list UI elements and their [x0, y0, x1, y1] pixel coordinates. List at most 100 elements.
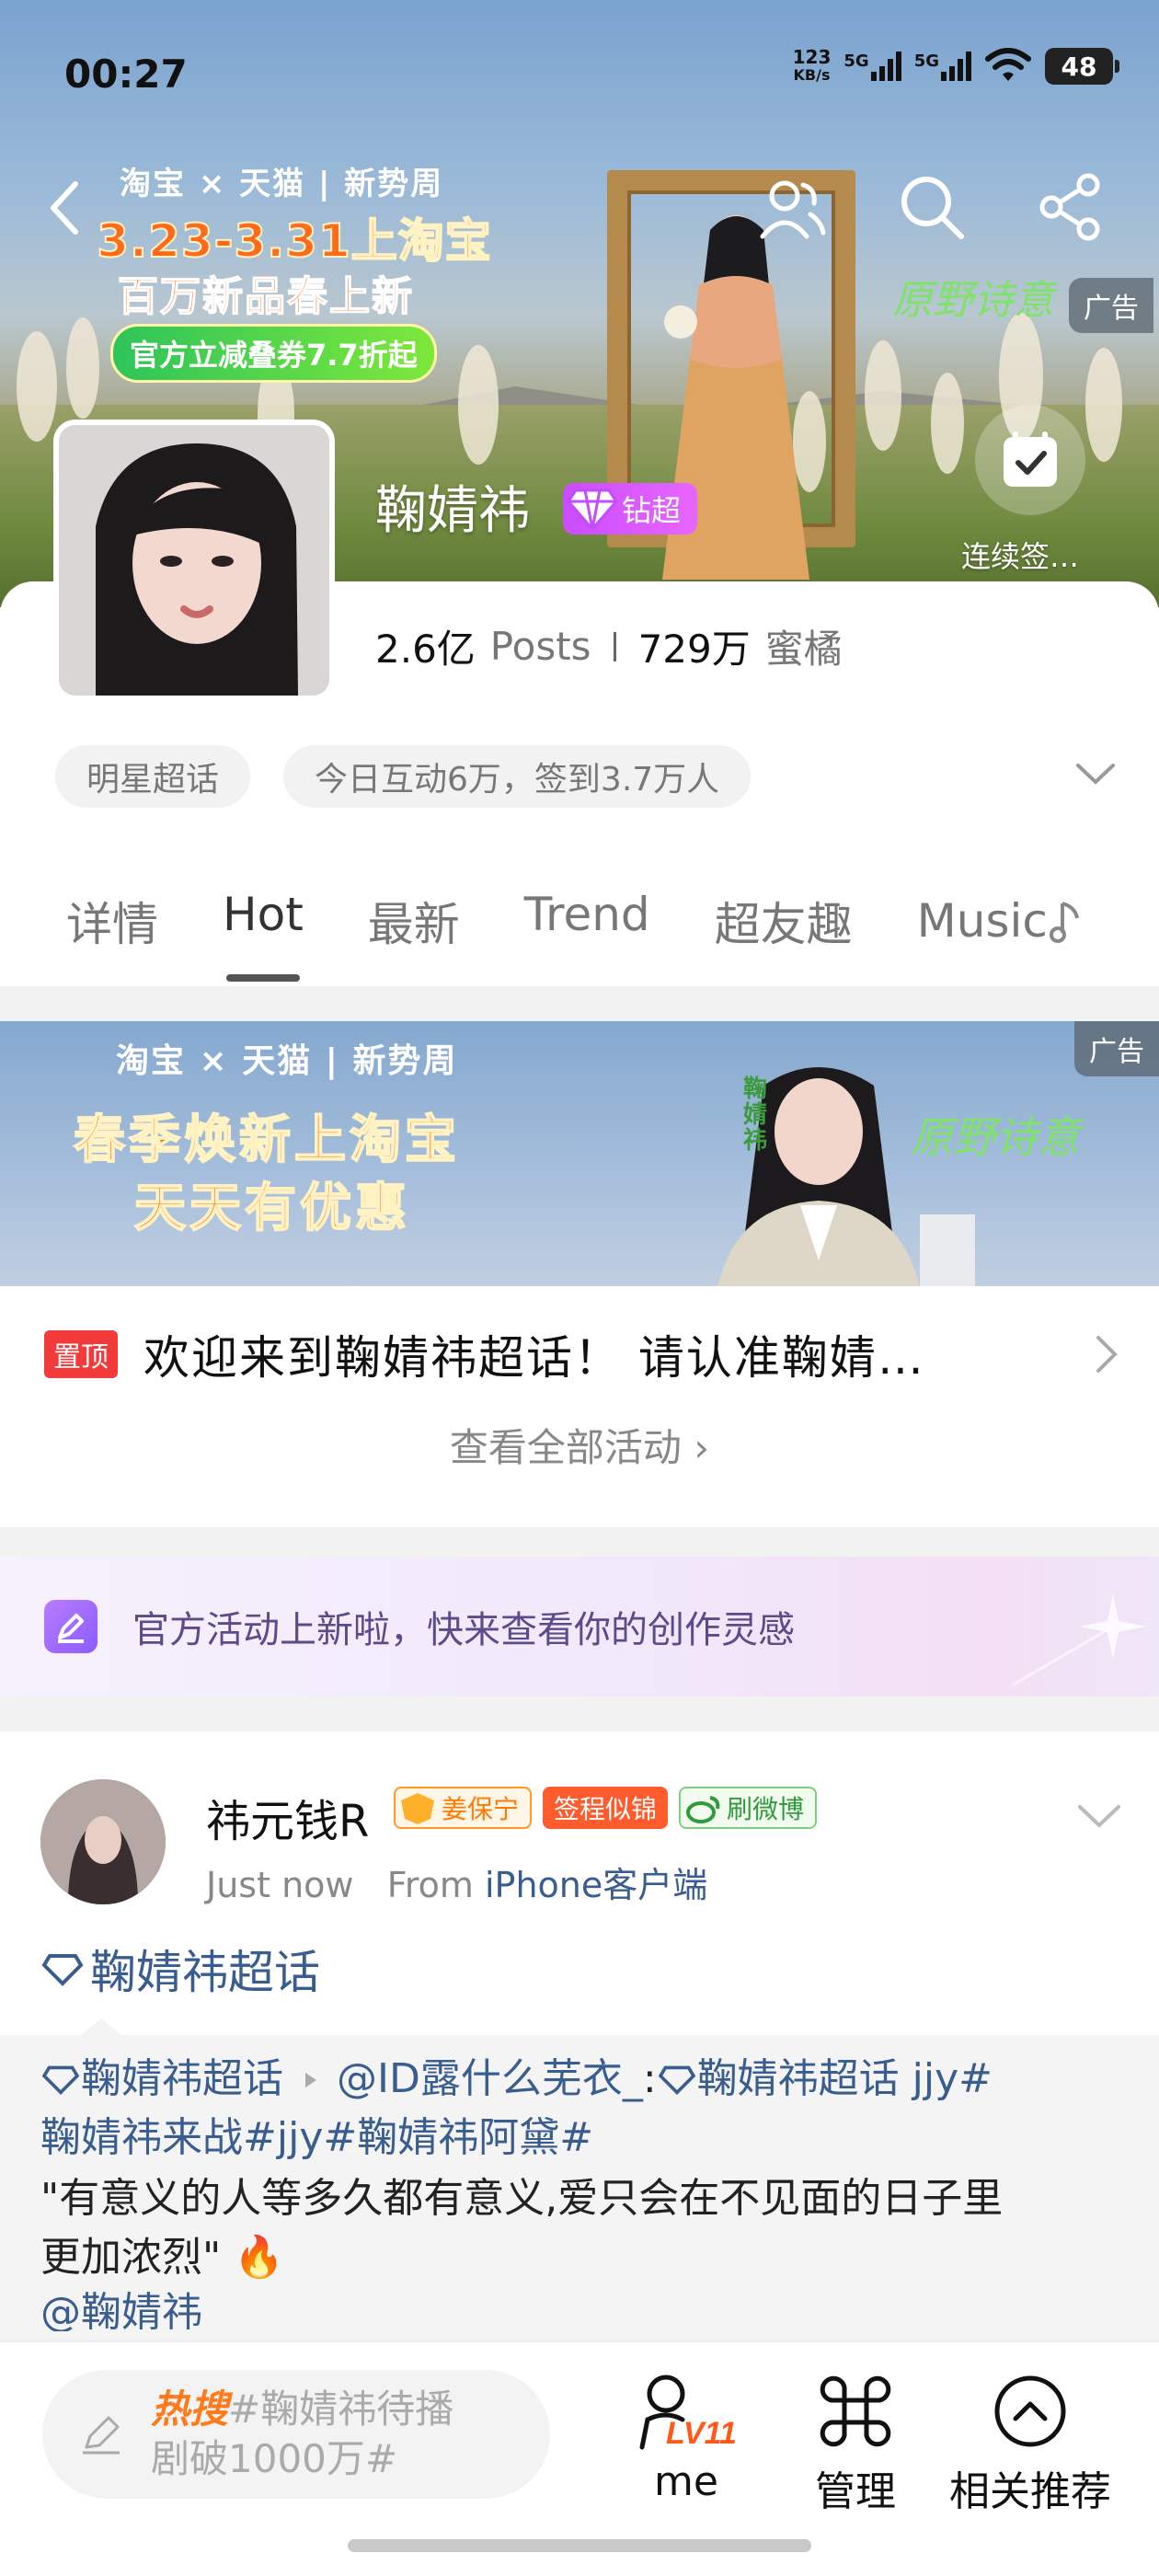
- profile-stats: 2.6亿 Posts 729万 蜜橘: [375, 618, 843, 674]
- post-time: Just now: [206, 1865, 354, 1905]
- chip-category[interactable]: 明星超话: [55, 745, 251, 808]
- profile-name: 鞠婧祎: [375, 481, 530, 541]
- avatar[interactable]: [53, 420, 335, 701]
- post-topic-link[interactable]: 鞠婧祎超话: [40, 1936, 320, 2002]
- status-bar: 00:27 123 KB/s 5G 5G 48: [0, 0, 1159, 129]
- play-icon: [305, 2073, 316, 2087]
- share-icon: [1039, 173, 1100, 241]
- net-speed: 123 KB/s: [792, 46, 832, 84]
- diamond-topic-icon: [41, 2065, 80, 2095]
- posts-label: Posts: [489, 624, 591, 669]
- battery-icon: 48: [1045, 48, 1119, 85]
- post-source[interactable]: iPhone客户端: [485, 1865, 707, 1905]
- tab-music[interactable]: Music: [917, 888, 1081, 954]
- ad2-slogan: 原野诗意: [911, 1112, 1080, 1162]
- search-button[interactable]: [890, 166, 973, 248]
- avatar-illustration: [59, 425, 329, 696]
- group-chat-button[interactable]: [751, 166, 833, 248]
- pinned-text: 欢迎来到鞠婧祎超话！ 请认准鞠婧…: [143, 1331, 925, 1385]
- repost-line-1: 鞠婧祎超话 @ID露什么芜衣_: 鞠婧祎超话 jjy#: [40, 2050, 993, 2109]
- activity-banner-text: 官方活动上新啦，快来查看你的创作灵感: [132, 1609, 795, 1651]
- home-indicator[interactable]: [348, 2539, 811, 2552]
- repost-block[interactable]: 鞠婧祎超话 @ID露什么芜衣_: 鞠婧祎超话 jjy# 鞠婧祎来战#jjy#鞠婧祎…: [0, 2018, 1159, 2339]
- tab-details[interactable]: 详情: [66, 888, 158, 954]
- tab-friends[interactable]: 超友趣: [715, 888, 853, 954]
- ad-tag: 广告: [1069, 278, 1153, 333]
- recommend-label: 相关推荐: [949, 2468, 1111, 2515]
- repost-line-4: 更加浓烈" 🔥: [40, 2234, 285, 2281]
- command-icon: [820, 2375, 891, 2447]
- back-button[interactable]: [37, 175, 92, 241]
- weibo-badge[interactable]: 刷微博: [679, 1787, 818, 1829]
- ad2-headline: 春季焕新上淘宝: [73, 1110, 460, 1171]
- fans-count: 729万: [637, 627, 751, 672]
- ad-slogan: 原野诗意: [892, 277, 1054, 324]
- repost-line-5[interactable]: @鞠婧祎: [40, 2283, 202, 2331]
- repost-line-2[interactable]: 鞠婧祎来战#jjy#鞠婧祎阿黛#: [40, 2109, 593, 2168]
- diamond-super-badge[interactable]: 钻超: [563, 483, 698, 535]
- tab-trend[interactable]: Trend: [524, 888, 650, 954]
- search-icon: [901, 177, 964, 239]
- repost-line-3: "有意义的人等多久都有意义,爱只会在不见面的日子里: [40, 2175, 1004, 2222]
- level-user-icon: LV11: [639, 2375, 737, 2451]
- posts-count: 2.6亿: [375, 627, 476, 672]
- weibo-icon: [686, 1796, 720, 1823]
- post-meta: Just now From iPhone客户端: [206, 1857, 707, 1907]
- stats-divider: [613, 631, 616, 661]
- ad-banner-2[interactable]: 鞠婧祎 淘宝 × 天猫 | 新势周 春季焕新上淘宝 天天有优惠 原野诗意 广告: [0, 1021, 1159, 1286]
- ad-vertical-name: 鞠婧祎: [743, 1075, 768, 1155]
- music-note-icon: [1049, 902, 1079, 943]
- manage-button[interactable]: 管理: [773, 2370, 938, 2517]
- shield-icon: [401, 1793, 434, 1824]
- fans-label: 蜜橘: [764, 627, 843, 672]
- pinned-post[interactable]: 置顶 欢迎来到鞠婧祎超话！ 请认准鞠婧…: [44, 1321, 1120, 1387]
- hot-search-text: 热搜#鞠婧祎待播 剧破1000万#: [151, 2386, 454, 2481]
- view-all-activities-link[interactable]: 查看全部活动 ›: [0, 1417, 1159, 1473]
- topic-chips: 明星超话 今日互动6万，签到3.7万人: [55, 745, 752, 808]
- pencil-icon: [83, 2416, 120, 2455]
- post-card[interactable]: 祎元钱R 姜保宁 签程似锦 刷微博 Just now From iPhone客户…: [0, 1731, 1159, 2339]
- diamond-topic-icon: [658, 2065, 695, 2095]
- repost-notch: [81, 2018, 121, 2035]
- ad-subtitle: 百万新品春上新: [117, 272, 414, 321]
- me-label: me: [654, 2458, 718, 2505]
- diamond-topic-icon: [41, 1954, 84, 1986]
- post-from-label: From: [386, 1865, 474, 1905]
- svg-text:LV11: LV11: [666, 2416, 737, 2451]
- ad2-subheadline: 天天有优惠: [133, 1178, 410, 1239]
- level-badge[interactable]: 姜保宁: [394, 1787, 533, 1829]
- ad-coupon-chip: 官方立减叠券7.7折起: [110, 324, 437, 383]
- chip-activity-stats[interactable]: 今日互动6万，签到3.7万人: [283, 745, 752, 808]
- me-button[interactable]: LV11 me: [603, 2370, 769, 2505]
- calendar-check-icon: [1004, 431, 1057, 487]
- ad-tag: 广告: [1074, 1021, 1159, 1076]
- sign-in-badge[interactable]: 签程似锦: [543, 1787, 669, 1829]
- wifi-icon: [985, 48, 1031, 81]
- people-icon: [760, 180, 826, 239]
- tab-hot[interactable]: Hot: [223, 888, 304, 982]
- post-menu-chevron-down-icon[interactable]: [1076, 1801, 1122, 1829]
- recommend-button[interactable]: 相关推荐: [947, 2370, 1113, 2517]
- post-author-badges: 姜保宁 签程似锦 刷微博: [394, 1787, 818, 1829]
- sparkle-icon: [1012, 1593, 1146, 1687]
- creation-icon: [44, 1600, 98, 1653]
- pinned-section: 鞠婧祎 淘宝 × 天猫 | 新势周 春季焕新上淘宝 天天有优惠 原野诗意 广告 …: [0, 1021, 1159, 1527]
- manage-label: 管理: [815, 2468, 896, 2515]
- ad-date-line: 3.23-3.31上淘宝: [96, 213, 492, 269]
- ad-brands: 淘宝 × 天猫 | 新势周: [120, 166, 444, 202]
- share-button[interactable]: [1030, 166, 1113, 248]
- tab-latest[interactable]: 最新: [368, 888, 460, 954]
- tab-bar: 详情 Hot 最新 Trend 超友趣 Music: [66, 888, 1081, 982]
- post-author-name[interactable]: 祎元钱R: [206, 1785, 369, 1849]
- model-illustration: [717, 1067, 975, 1286]
- clock: 00:27: [64, 52, 188, 97]
- activity-banner[interactable]: 官方活动上新啦，快来查看你的创作灵感: [0, 1557, 1159, 1696]
- post-author-avatar[interactable]: [40, 1779, 166, 1904]
- checkin-button[interactable]: [975, 405, 1085, 515]
- expand-chevron-down-icon[interactable]: [1074, 760, 1117, 788]
- signal-icon: 5G: [843, 52, 901, 81]
- diamond-icon: [567, 489, 618, 532]
- hot-search-input[interactable]: 热搜#鞠婧祎待播 剧破1000万#: [42, 2370, 550, 2499]
- chevron-left-icon: [51, 181, 78, 235]
- chevron-right-icon: [1096, 1336, 1118, 1373]
